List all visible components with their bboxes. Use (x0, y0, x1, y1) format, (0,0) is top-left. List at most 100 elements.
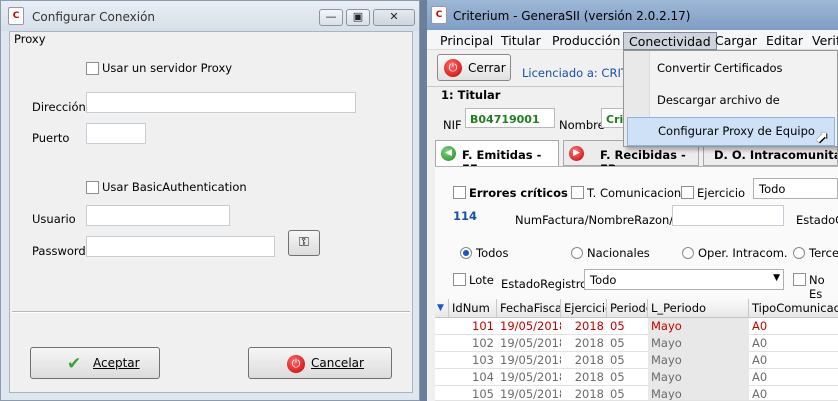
menu-principal[interactable]: Principal (435, 32, 498, 50)
key-icon: ⚿ (299, 235, 309, 250)
sort-arrow-icon: ▼ (435, 299, 449, 318)
cell-periodo: 05 (610, 370, 625, 384)
minimize-button[interactable]: — (319, 9, 343, 26)
nif-value: B04719001 (470, 113, 540, 126)
ejercicio-select[interactable]: Todo (753, 178, 838, 199)
radio-intracom[interactable] (682, 247, 694, 259)
configurar-conexion-dialog: C Configurar Conexión — ▣ ✕ Proxy Usar u… (0, 0, 420, 401)
cell-fechafiscal: 19/05/2018 (500, 370, 561, 384)
lote-label: Lote (469, 273, 494, 287)
nombre-value: Cri (606, 113, 624, 126)
estado-registro-select[interactable]: Todo ▼ (584, 269, 784, 290)
user-label: Usuario (32, 212, 76, 226)
cell-tipocomunicacion: A0 (752, 336, 768, 350)
cell-l-periodo: Mayo (648, 352, 749, 369)
nombre-label: Nombre (559, 118, 605, 132)
cell-periodo: 05 (610, 387, 625, 401)
t-comunicacion-label: T. Comunicacion (587, 186, 682, 200)
radio-tercer-label: Tercer (809, 246, 838, 260)
t-comunicacion-checkbox[interactable] (571, 186, 584, 199)
cell-idnum: 104 (472, 370, 494, 384)
dialog-titlebar: C Configurar Conexión — ▣ ✕ (1, 1, 419, 31)
table-row[interactable]: 103 19/05/2018 2018 05 Mayo A0 (435, 352, 838, 369)
password-input[interactable] (86, 236, 275, 257)
menu-item-descargar-recursos[interactable]: Descargar archivo de Recursos (627, 86, 835, 136)
window-titlebar: C Criterium - GeneraSII (versión 2.0.2.1… (427, 0, 838, 30)
table-row[interactable]: 101 19/05/2018 2018 05 Mayo A0 (435, 318, 838, 335)
use-proxy-label: Usar un servidor Proxy (102, 61, 233, 75)
cell-idnum: 102 (472, 336, 494, 350)
radio-intracom-label: Oper. Intracom. (698, 246, 788, 260)
basic-auth-checkbox[interactable] (86, 181, 99, 194)
no-es-checkbox[interactable] (793, 273, 806, 286)
power-icon: ⏻ (287, 355, 305, 373)
tab-emitidas[interactable]: ◀ F. Emitidas - FE (435, 140, 559, 176)
basic-auth-label: Usar BasicAuthentication (102, 180, 247, 194)
arrow-out-icon: ▶ (569, 146, 584, 161)
menu-item-configurar-proxy[interactable]: Configurar Proxy de Equipo (627, 117, 835, 146)
radio-tercer[interactable] (793, 247, 805, 259)
tab-intracomunitaria-label: D. O. Intracomunitaria (714, 148, 837, 162)
menu-bar: Principal Titular Producción Conectivida… (427, 30, 838, 50)
ejercicio-value: Todo (759, 182, 786, 196)
nif-field[interactable]: B04719001 (465, 108, 555, 128)
col-l-periodo[interactable]: L_Periodo (648, 299, 749, 318)
use-proxy-checkbox[interactable] (86, 62, 99, 75)
user-input[interactable] (86, 205, 230, 226)
radio-todos[interactable] (460, 247, 472, 259)
cell-l-periodo: Mayo (648, 386, 749, 400)
col-ejercicio[interactable]: Ejercicio (561, 299, 607, 318)
show-password-button[interactable]: ⚿ (288, 230, 320, 256)
menu-editar[interactable]: Editar (761, 32, 808, 50)
cell-ejercicio: 2018 (574, 387, 604, 401)
checkmark-icon: ✔ (67, 354, 82, 374)
port-label: Puerto (32, 131, 70, 145)
maximize-button[interactable]: ▣ (346, 9, 370, 26)
record-count: 114 (453, 209, 478, 223)
password-label: Password (32, 244, 86, 258)
app-icon: C (431, 6, 447, 24)
dialog-client-area: Proxy Usar un servidor Proxy Dirección P… (9, 31, 413, 393)
radio-nacionales[interactable] (571, 247, 583, 259)
conectividad-dropdown: Convertir Certificados Descargar archivo… (623, 50, 838, 147)
cell-l-periodo: Mayo (648, 369, 749, 386)
cancel-button[interactable]: ⏻ Cancelar (248, 347, 392, 379)
menu-conectividad[interactable]: Conectividad (623, 32, 717, 50)
table-row[interactable]: 102 19/05/2018 2018 05 Mayo A0 (435, 335, 838, 352)
address-input[interactable] (86, 92, 356, 113)
menu-produccion[interactable]: Producción (547, 32, 625, 50)
port-input[interactable] (86, 123, 146, 144)
table-row[interactable]: 104 19/05/2018 2018 05 Mayo A0 (435, 369, 838, 386)
col-idnum[interactable]: IdNum (449, 299, 497, 318)
cerrar-button[interactable]: ⏻ Cerrar (437, 54, 511, 81)
cell-periodo: 05 (610, 336, 625, 350)
menu-titular[interactable]: Titular (496, 32, 546, 50)
close-button[interactable]: ✕ (373, 9, 415, 26)
cell-periodo: 05 (610, 319, 625, 333)
col-fechafiscal[interactable]: FechaFiscal (497, 299, 561, 318)
col-tipocomunicacion[interactable]: TipoComunicacion (749, 299, 838, 318)
dialog-title: Configurar Conexión (32, 10, 156, 24)
menu-cargar[interactable]: Cargar (710, 32, 762, 50)
cancel-label: Cancelar (311, 356, 364, 370)
ejercicio-checkbox[interactable] (681, 186, 694, 199)
errores-criticos-checkbox[interactable] (453, 186, 466, 199)
address-label: Dirección (32, 100, 86, 114)
cell-l-periodo: Mayo (648, 318, 749, 335)
cell-fechafiscal: 19/05/2018 (500, 387, 561, 401)
menu-item-convertir-certificados[interactable]: Convertir Certificados (627, 54, 835, 83)
menu-verificar[interactable]: Verifi (807, 32, 838, 50)
col-periodo[interactable]: Periodo (607, 299, 648, 318)
cell-ejercicio: 2018 (574, 336, 604, 350)
table-row[interactable]: 105 19/05/2018 2018 05 Mayo A0 (435, 386, 838, 401)
lote-checkbox[interactable] (453, 273, 466, 286)
proxy-group-label: Proxy (14, 32, 46, 46)
cell-tipocomunicacion: A0 (752, 353, 768, 367)
numfactura-input[interactable] (672, 205, 784, 226)
cell-fechafiscal: 19/05/2018 (500, 353, 561, 367)
accept-button[interactable]: ✔ Aceptar (30, 347, 160, 379)
cell-tipocomunicacion: A0 (752, 387, 768, 401)
estado-registro-value: Todo (590, 273, 617, 287)
cell-ejercicio: 2018 (574, 353, 604, 367)
no-es-label: No Es (809, 273, 825, 301)
